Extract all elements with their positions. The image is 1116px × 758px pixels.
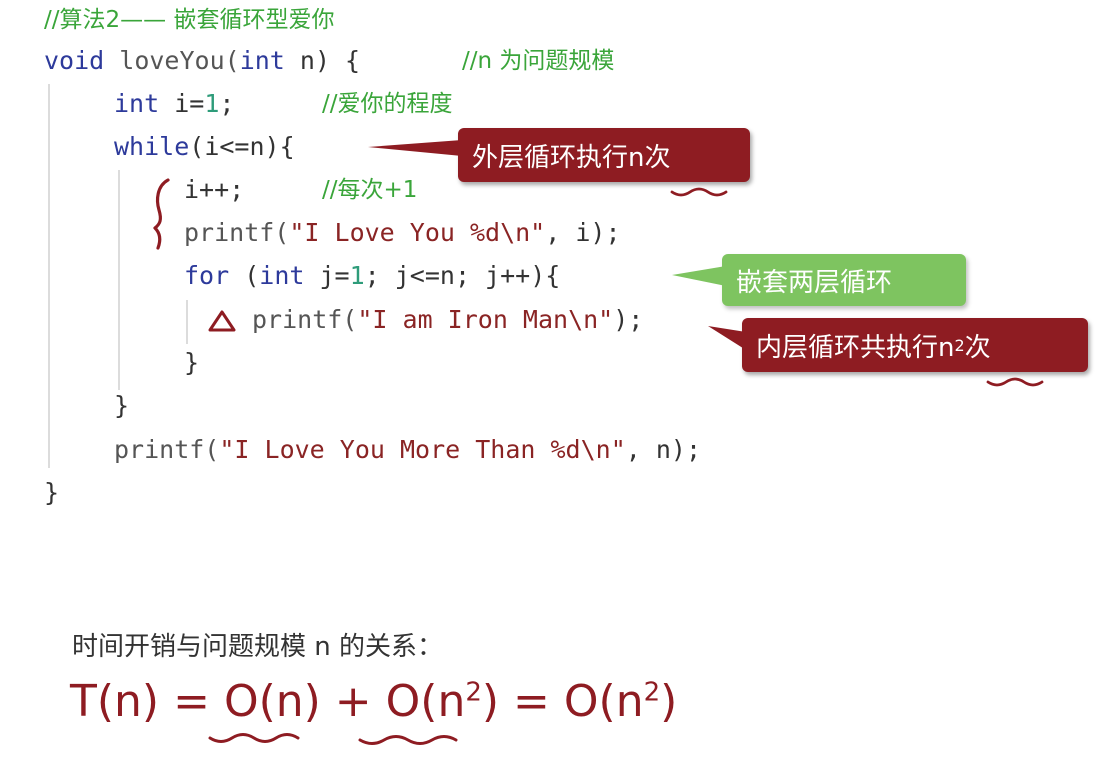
formula-term2-base: O(n — [385, 676, 466, 727]
formula-term3-close: ) — [660, 676, 678, 727]
handwritten-brace — [153, 178, 170, 250]
formula-term2-underline — [358, 735, 458, 745]
formula-term2-close: ) — [481, 676, 500, 727]
formula-term3-sup: 2 — [643, 677, 661, 708]
formula-term1: O(n) — [223, 676, 321, 727]
inner-n2-underline — [986, 377, 1044, 387]
handwritten-triangle — [208, 310, 236, 332]
formula-term1-underline — [208, 733, 300, 743]
formula-term2-sup: 2 — [465, 677, 482, 708]
complexity-description: 时间开销与问题规模 n 的关系： — [72, 632, 444, 662]
formula-plus: + — [320, 676, 386, 727]
formula-term3-base: O(n — [563, 676, 644, 727]
outer-n-underline — [670, 187, 728, 197]
formula-lhs: T(n) = — [70, 676, 224, 727]
inner-callout-pointer — [708, 326, 746, 350]
complexity-formula: T(n) = O(n) + O(n2) = O(n2) — [70, 676, 677, 727]
nested-callout-pointer — [672, 266, 726, 286]
outer-callout-pointer — [368, 140, 462, 156]
formula-eq: = — [499, 676, 564, 727]
